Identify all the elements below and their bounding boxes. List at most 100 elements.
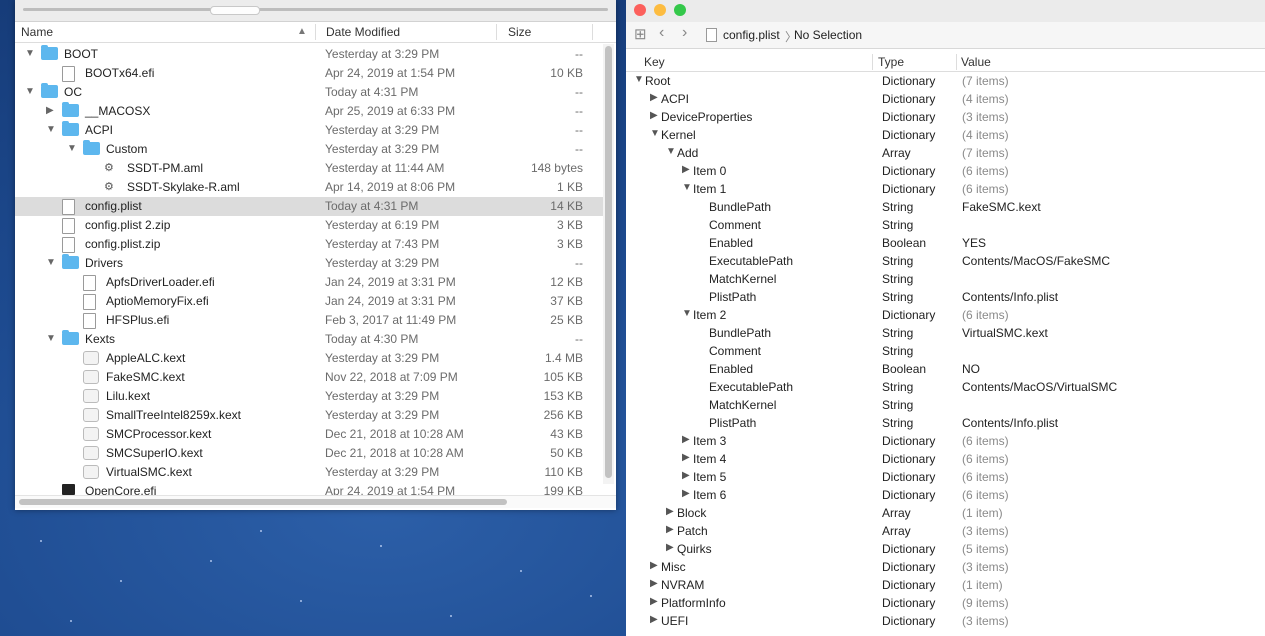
plist-type[interactable]: Dictionary xyxy=(882,578,935,592)
plist-key[interactable]: Block xyxy=(677,506,706,520)
plist-key[interactable]: Kernel xyxy=(661,128,696,142)
plist-type[interactable]: String xyxy=(882,200,913,214)
plist-type[interactable]: String xyxy=(882,398,913,412)
plist-row[interactable]: ▶ UEFI Dictionary (3 items) xyxy=(626,612,1265,630)
plist-value[interactable]: Contents/MacOS/VirtualSMC xyxy=(962,380,1117,394)
plist-value[interactable]: (4 items) xyxy=(962,128,1009,142)
plist-type[interactable]: Dictionary xyxy=(882,488,935,502)
plist-key[interactable]: Item 3 xyxy=(693,434,726,448)
plist-type[interactable]: String xyxy=(882,326,913,340)
file-row[interactable]: VirtualSMC.kext Yesterday at 3:29 PM 110 K… xyxy=(15,463,605,482)
plist-value[interactable]: (7 items) xyxy=(962,146,1009,160)
plist-row[interactable]: ▶ Item 3 Dictionary (6 items) xyxy=(626,432,1265,450)
plist-type[interactable]: Array xyxy=(882,506,911,520)
back-chevron-icon[interactable]: ‹ xyxy=(659,24,664,42)
column-divider[interactable] xyxy=(872,54,873,70)
plist-key[interactable]: ExecutablePath xyxy=(709,254,793,268)
plist-key[interactable]: Root xyxy=(645,74,670,88)
toolbar-scroller-thumb[interactable] xyxy=(210,6,260,15)
plist-row[interactable]: Enabled Boolean NO xyxy=(626,360,1265,378)
plist-value[interactable]: (1 item) xyxy=(962,578,1003,592)
plist-value[interactable]: (6 items) xyxy=(962,164,1009,178)
disclosure-expanded-icon[interactable]: ▼ xyxy=(46,333,56,344)
file-row[interactable]: AppleALC.kext Yesterday at 3:29 PM 1.4 MB xyxy=(15,349,605,368)
breadcrumb-selection[interactable]: No Selection xyxy=(794,28,862,42)
plist-type[interactable]: String xyxy=(882,416,913,430)
plist-type[interactable]: Dictionary xyxy=(882,128,935,142)
column-value[interactable]: Value xyxy=(961,55,991,69)
disclosure-collapsed-icon[interactable]: ▶ xyxy=(682,470,690,481)
plist-row[interactable]: PlistPath String Contents/Info.plist xyxy=(626,288,1265,306)
toolbar-scroller[interactable] xyxy=(23,6,608,15)
column-name[interactable]: Name xyxy=(21,25,53,39)
plist-value[interactable]: (6 items) xyxy=(962,434,1009,448)
file-row[interactable]: SmallTreeIntel8259x.kext Yesterday at 3:2… xyxy=(15,406,605,425)
disclosure-collapsed-icon[interactable]: ▶ xyxy=(682,434,690,445)
plist-key[interactable]: Enabled xyxy=(709,362,753,376)
plist-row[interactable]: ▶ Item 6 Dictionary (6 items) xyxy=(626,486,1265,504)
plist-value[interactable]: (3 items) xyxy=(962,560,1009,574)
plist-row[interactable]: ExecutablePath String Contents/MacOS/Virtu… xyxy=(626,378,1265,396)
plist-value[interactable]: VirtualSMC.kext xyxy=(962,326,1048,340)
plist-row[interactable]: ▼ Add Array (7 items) xyxy=(626,144,1265,162)
disclosure-collapsed-icon[interactable]: ▶ xyxy=(666,506,674,517)
plist-type[interactable]: Dictionary xyxy=(882,308,935,322)
plist-key[interactable]: Enabled xyxy=(709,236,753,250)
forward-chevron-icon[interactable]: › xyxy=(682,24,687,42)
plist-type[interactable]: String xyxy=(882,218,913,232)
column-key[interactable]: Key xyxy=(644,55,665,69)
plist-value[interactable]: (4 items) xyxy=(962,92,1009,106)
plist-row[interactable]: Comment String xyxy=(626,216,1265,234)
plist-key[interactable]: Item 1 xyxy=(693,182,726,196)
finder-horizontal-scrollbar[interactable] xyxy=(15,495,616,508)
plist-row[interactable]: ▶ ACPI Dictionary (4 items) xyxy=(626,90,1265,108)
close-button[interactable] xyxy=(634,4,646,16)
plist-key[interactable]: DeviceProperties xyxy=(661,110,752,124)
plist-row[interactable]: ▼ Root Dictionary (7 items) xyxy=(626,72,1265,90)
plist-value[interactable]: (1 item) xyxy=(962,506,1003,520)
plist-type[interactable]: Dictionary xyxy=(882,452,935,466)
plist-type[interactable]: String xyxy=(882,380,913,394)
file-row[interactable]: ▶ __MACOSX Apr 25, 2019 at 6:33 PM -- xyxy=(15,102,605,121)
plist-key[interactable]: Patch xyxy=(677,524,708,538)
plist-key[interactable]: Comment xyxy=(709,344,761,358)
plist-row[interactable]: PlistPath String Contents/Info.plist xyxy=(626,414,1265,432)
disclosure-collapsed-icon[interactable]: ▶ xyxy=(666,542,674,553)
plist-type[interactable]: Dictionary xyxy=(882,92,935,106)
breadcrumb-file[interactable]: config.plist xyxy=(723,28,780,42)
plist-key[interactable]: PlistPath xyxy=(709,416,756,430)
disclosure-expanded-icon[interactable]: ▼ xyxy=(666,146,676,157)
plist-key[interactable]: Misc xyxy=(661,560,686,574)
column-date-modified[interactable]: Date Modified xyxy=(326,25,400,39)
plist-value[interactable]: (9 items) xyxy=(962,596,1009,610)
plist-value[interactable]: (6 items) xyxy=(962,452,1009,466)
disclosure-collapsed-icon[interactable]: ▶ xyxy=(650,578,658,589)
file-row[interactable]: ⚙ SSDT-Skylake-R.aml Apr 14, 2019 at 8:06 … xyxy=(15,178,605,197)
plist-type[interactable]: String xyxy=(882,254,913,268)
grid-icon[interactable]: ⊞ xyxy=(634,25,647,43)
scrollbar-thumb[interactable] xyxy=(605,46,612,478)
file-row[interactable]: HFSPlus.efi Feb 3, 2017 at 11:49 PM 25 KB xyxy=(15,311,605,330)
plist-value[interactable]: (6 items) xyxy=(962,308,1009,322)
plist-value[interactable]: (6 items) xyxy=(962,470,1009,484)
column-type[interactable]: Type xyxy=(878,55,904,69)
plist-key[interactable]: Item 4 xyxy=(693,452,726,466)
file-row[interactable]: config.plist.zip Yesterday at 7:43 PM 3 KB xyxy=(15,235,605,254)
plist-row[interactable]: ▼ Kernel Dictionary (4 items) xyxy=(626,126,1265,144)
plist-type[interactable]: Dictionary xyxy=(882,470,935,484)
file-row[interactable]: ▼ BOOT Yesterday at 3:29 PM -- xyxy=(15,45,605,64)
plist-value[interactable]: (6 items) xyxy=(962,488,1009,502)
disclosure-collapsed-icon[interactable]: ▶ xyxy=(650,110,658,121)
plist-key[interactable]: Add xyxy=(677,146,698,160)
column-divider[interactable] xyxy=(315,24,316,40)
minimize-button[interactable] xyxy=(654,4,666,16)
disclosure-collapsed-icon[interactable]: ▶ xyxy=(46,105,54,116)
disclosure-collapsed-icon[interactable]: ▶ xyxy=(650,596,658,607)
column-divider[interactable] xyxy=(956,54,957,70)
plist-row[interactable]: ▶ Misc Dictionary (3 items) xyxy=(626,558,1265,576)
file-row[interactable]: config.plist Today at 4:31 PM 14 KB xyxy=(15,197,605,216)
file-row[interactable]: AptioMemoryFix.efi Jan 24, 2019 at 3:31 P… xyxy=(15,292,605,311)
plist-key[interactable]: NVRAM xyxy=(661,578,704,592)
column-divider[interactable] xyxy=(592,24,593,40)
plist-type[interactable]: Dictionary xyxy=(882,182,935,196)
